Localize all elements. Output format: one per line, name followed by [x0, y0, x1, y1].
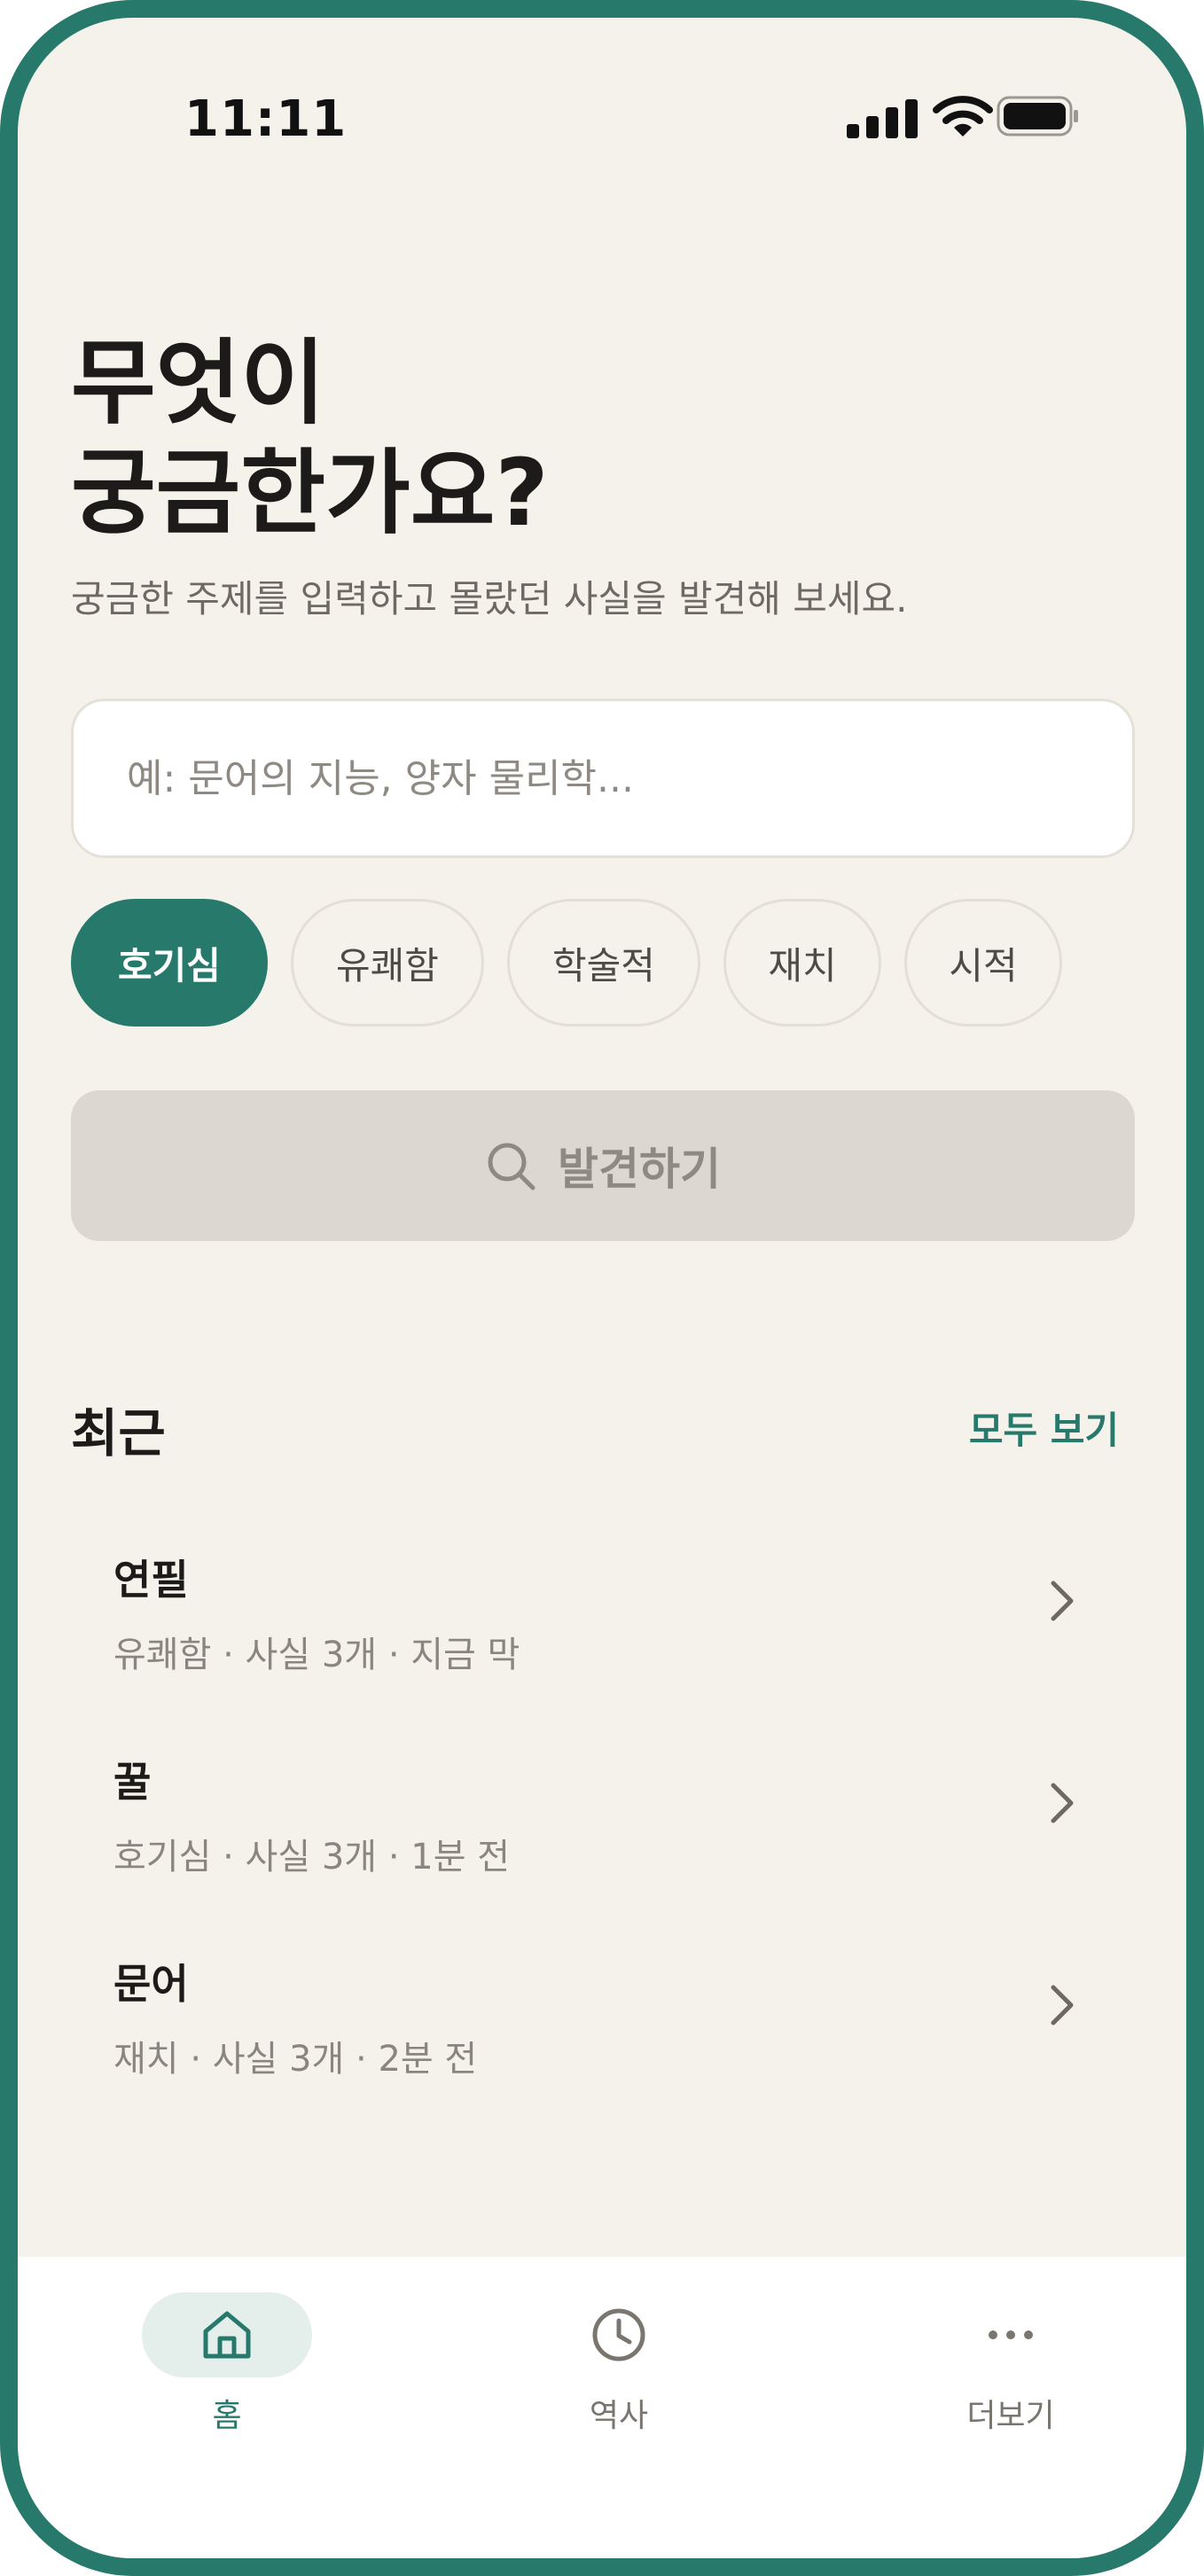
recent-item-title: 연필: [113, 1556, 189, 1604]
page-title-line2: 궁금한가요?: [71, 439, 549, 547]
tab-history[interactable]: 역사: [530, 2292, 708, 2436]
tab-home[interactable]: 홈: [138, 2292, 316, 2436]
page-title-line1: 무엇이: [71, 329, 326, 437]
tab-more[interactable]: 더보기: [922, 2292, 1099, 2436]
tab-history-highlight: [534, 2292, 704, 2377]
tone-chip-poetic[interactable]: 시적: [904, 899, 1062, 1026]
recent-item-pencil[interactable]: 연필 유쾌함 · 사실 3개 · 지금 막: [71, 1516, 1135, 1718]
discover-button-label: 발견하기: [558, 1144, 721, 1195]
recent-item-honey[interactable]: 꿀 호기심 · 사실 3개 · 1분 전: [71, 1718, 1135, 1920]
search-icon: [488, 1143, 536, 1190]
discover-button[interactable]: 발견하기: [71, 1090, 1135, 1241]
recent-item-title: 꿀: [113, 1758, 152, 1806]
recent-item-meta: 재치 · 사실 3개 · 2분 전: [113, 2039, 478, 2080]
clock-icon: [592, 2308, 645, 2361]
tab-home-highlight: [142, 2292, 312, 2377]
cellular-signal-icon: [847, 99, 918, 138]
chevron-right-icon: [1051, 1581, 1074, 1621]
home-icon: [203, 2311, 251, 2359]
status-time: 11:11: [184, 90, 348, 148]
tone-chip-academic[interactable]: 학술적: [507, 899, 700, 1026]
see-all-link[interactable]: 모두 보기: [969, 1401, 1119, 1455]
bottom-tab-bar: 홈 역사 더보기: [18, 2257, 1186, 2558]
tone-chip-group: 호기심 유쾌함 학술적 재치 시적: [71, 899, 1062, 1026]
recent-item-octopus[interactable]: 문어 재치 · 사실 3개 · 2분 전: [71, 1920, 1135, 2122]
page-subtitle: 궁금한 주제를 입력하고 몰랐던 사실을 발견해 보세요.: [71, 577, 908, 621]
topic-search-input[interactable]: [71, 699, 1135, 858]
wifi-icon: [933, 96, 993, 137]
recent-item-meta: 유쾌함 · 사실 3개 · 지금 막: [113, 1635, 520, 1675]
tone-chip-witty[interactable]: 재치: [723, 899, 881, 1026]
chevron-right-icon: [1051, 1985, 1074, 2026]
battery-icon: [997, 96, 1078, 137]
recent-list: 연필 유쾌함 · 사실 3개 · 지금 막 꿀 호기심 · 사실 3개 · 1분…: [71, 1516, 1135, 2122]
more-icon: [989, 2330, 1033, 2339]
tab-more-highlight: [926, 2292, 1096, 2377]
tab-more-label: 더보기: [966, 2398, 1055, 2434]
screen: 11:11 무엇이 궁금한가요? 궁금한 주제를 입력하고 몰랐던 사실을 발견…: [18, 18, 1186, 2558]
tab-history-label: 역사: [589, 2398, 649, 2434]
tab-home-label: 홈: [212, 2398, 242, 2434]
tone-chip-playful[interactable]: 유쾌함: [291, 899, 484, 1026]
tone-chip-curiosity[interactable]: 호기심: [71, 899, 268, 1026]
recent-item-title: 문어: [113, 1960, 189, 2008]
chevron-right-icon: [1051, 1783, 1074, 1823]
recent-section-title: 최근: [71, 1403, 166, 1464]
recent-item-meta: 호기심 · 사실 3개 · 1분 전: [113, 1837, 511, 1877]
device-frame: 11:11 무엇이 궁금한가요? 궁금한 주제를 입력하고 몰랐던 사실을 발견…: [0, 0, 1204, 2576]
page-title: 무엇이 궁금한가요?: [71, 328, 549, 548]
